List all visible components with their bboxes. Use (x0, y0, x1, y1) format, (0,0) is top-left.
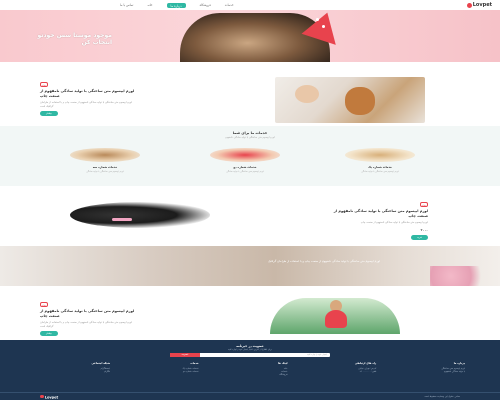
service-desc: لورم ایپسوم متن ساختگی با تولید سادگی (226, 170, 264, 173)
footer-column-heading: لینک ها (278, 362, 288, 365)
paw-logo-icon (466, 2, 472, 8)
service-desc: لورم ایپسوم متن ساختگی با تولید سادگی (361, 170, 399, 173)
footer-link[interactable]: با تولید سادگی نامفهوم (395, 370, 465, 373)
product-heading: لورم ایپسوم متن ساختگی با تولید سادگی نا… (333, 209, 428, 218)
service-desc: لورم ایپسوم متن ساختگی با تولید سادگی (86, 170, 124, 173)
nav-links: خدمات فروشگاه درباره ما خانه تماس با ما (120, 3, 234, 8)
about-section: پت لورم ایپسوم متن ساختگی با تولید سادگی… (0, 62, 500, 123)
footer-column-heading: شبکه اجتماعی (91, 362, 110, 365)
footer-column-heading: درباره ما (453, 362, 465, 365)
brand-name: Lovpet (472, 2, 492, 8)
copyright-text: تمامی حقوق این وبسایت محفوظ است (424, 395, 460, 398)
black-dog-image (70, 202, 210, 228)
product-body: لورم ایپسوم متن ساختگی با تولید سادگی نا… (360, 221, 428, 224)
love-body: لورم ایپسوم متن ساختگی با تولید سادگی نا… (40, 321, 132, 328)
newsletter-email-input[interactable]: ایمیل خود را وارد کنید (200, 353, 330, 357)
services-section: خدمات ما برای شما لورم ایپسوم متن ساختگی… (0, 126, 500, 186)
newsletter-caption: برای اطلاع از آخرین اخبار ایمیل خود را و… (228, 348, 272, 351)
nav-link[interactable]: تماس با ما (120, 3, 133, 8)
newsletter-form: عضویت ایمیل خود را وارد کنید (170, 353, 330, 357)
product-text-block: پت لورم ایپسوم متن ساختگی با تولید سادگی… (328, 202, 428, 240)
love-more-button[interactable]: بیشتر (40, 331, 58, 336)
top-navbar: Lovpet خدمات فروشگاه درباره ما خانه تماس… (0, 0, 500, 10)
newsletter-submit-button[interactable]: عضویت (170, 353, 200, 357)
footer-column: خدمات خدمات شماره یک خدمات شماره دو (129, 362, 199, 376)
flowers-image (430, 266, 500, 286)
about-text-block: پت لورم ایپسوم متن ساختگی با تولید سادگی… (40, 82, 135, 116)
about-more-button[interactable]: بیشتر (40, 111, 58, 116)
nav-link[interactable]: خانه (147, 3, 152, 8)
footer-link[interactable]: فروشگاه (218, 373, 287, 376)
hero-title: موجود موستا سس خودتو انتخاب کن (37, 32, 112, 46)
quote-banner: لورم ایپسوم متن ساختگی با تولید سادگی نا… (0, 246, 500, 286)
footer-link[interactable]: تلفن: ۰۲۱۰۰۰۰۰۰۰ (306, 370, 376, 373)
paw-badge-icon: پت (40, 302, 48, 307)
footer-column: لینک ها خانه خدمات فروشگاه (218, 362, 288, 376)
footer-column: درباره ما لورم ایپسوم متن ساختگی با تولی… (395, 362, 465, 376)
service-card[interactable]: خدمات شماره یک لورم ایپسوم متن ساختگی با… (335, 148, 425, 173)
footer-column: راه های ارتباطی آدرس: تهران خیابان تلفن:… (306, 362, 376, 376)
service-image (210, 148, 280, 162)
paw-badge-icon: پت (40, 82, 48, 87)
footer-link[interactable]: خدمات شماره دو (129, 370, 199, 373)
paw-badge-icon: پت (420, 202, 428, 207)
about-heading: لورم ایپسوم متن ساختگی با تولید سادگی نا… (40, 89, 135, 98)
service-card[interactable]: خدمات شماره دو لورم ایپسوم متن ساختگی با… (200, 148, 290, 173)
paw-logo-icon (40, 394, 44, 398)
service-image (345, 148, 415, 162)
footer-columns: درباره ما لورم ایپسوم متن ساختگی با تولی… (40, 362, 465, 376)
woman-with-puppy-image (275, 77, 425, 123)
pink-collar (112, 218, 132, 221)
hat-dot (322, 25, 325, 28)
nav-link[interactable]: فروشگاه (200, 3, 211, 8)
footer-brand-name: Lovpet (44, 395, 59, 399)
hero-banner: موجود موستا سس خودتو انتخاب کن (0, 10, 500, 62)
brand-logo[interactable]: Lovpet (466, 2, 492, 8)
love-heading: لورم ایپسوم متن ساختگی با تولید سادگی نا… (40, 309, 135, 318)
site-footer: عضویت در خبرنامه برای اطلاع از آخرین اخب… (0, 340, 500, 400)
banner-text: لورم ایپسوم متن ساختگی با تولید سادگی نا… (267, 259, 380, 263)
service-image (70, 148, 140, 162)
nav-link-active[interactable]: درباره ما (166, 3, 186, 8)
footer-column: شبکه اجتماعی اینستاگرام تلگرام (40, 362, 110, 376)
service-name: خدمات شماره یک (367, 165, 393, 169)
footer-column-heading: راه های ارتباطی (354, 362, 377, 365)
product-section: پت لورم ایپسوم متن ساختگی با تولید سادگی… (0, 188, 500, 244)
nav-link[interactable]: خدمات (225, 3, 234, 8)
product-price: ۲۰۰۰ (420, 227, 428, 232)
love-text-block: پت لورم ایپسوم متن ساختگی با تولید سادگی… (40, 302, 135, 336)
services-caption: لورم ایپسوم متن ساختگی با تولید سادگی نا… (225, 136, 275, 139)
footer-bottom-bar: تمامی حقوق این وبسایت محفوظ است Lovpet (0, 392, 500, 400)
hat-dot (316, 18, 319, 21)
service-name: خدمات شماره سه (92, 165, 118, 169)
woman-face (295, 85, 319, 103)
puppy (345, 87, 375, 115)
heart-icon (325, 310, 347, 328)
footer-logo[interactable]: Lovpet (40, 394, 59, 399)
footer-column-heading: خدمات (190, 362, 199, 365)
about-body: لورم ایپسوم متن ساختگی با تولید سادگی نا… (40, 101, 132, 108)
service-card[interactable]: خدمات شماره سه لورم ایپسوم متن ساختگی با… (60, 148, 150, 173)
services-title: خدمات ما برای شما (232, 131, 268, 135)
love-section: پت لورم ایپسوم متن ساختگی با تولید سادگی… (0, 290, 500, 340)
footer-link[interactable]: تلگرام (40, 370, 110, 373)
service-name: خدمات شماره دو (233, 165, 257, 169)
buy-button[interactable]: خرید (411, 234, 428, 240)
